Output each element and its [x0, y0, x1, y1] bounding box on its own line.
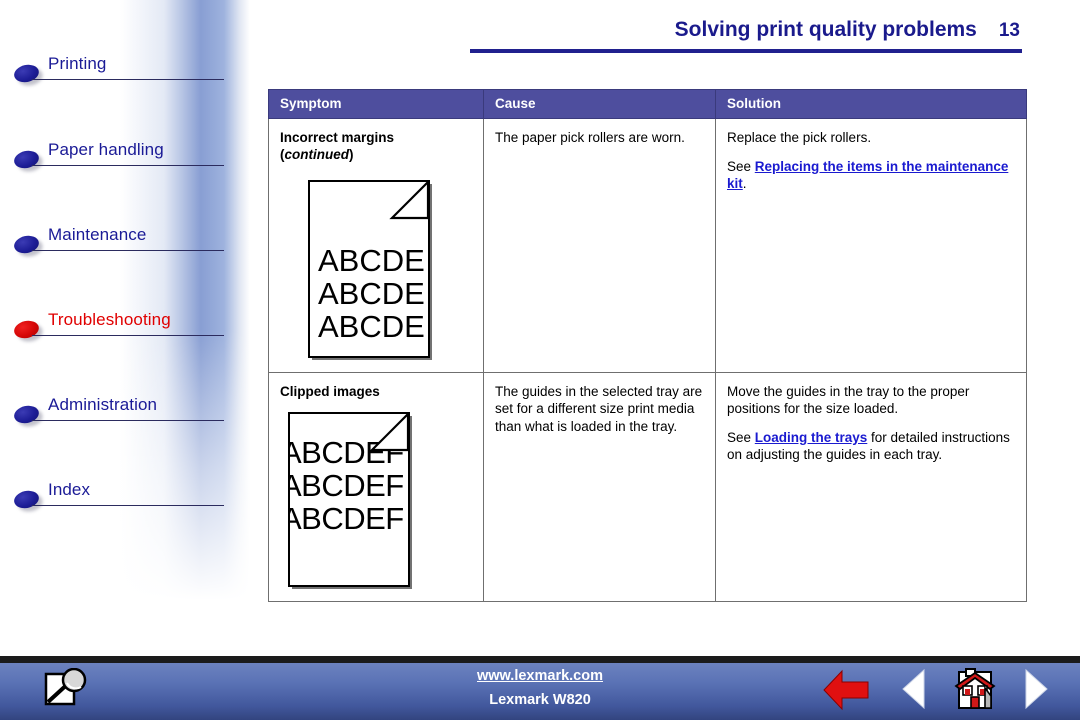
cell-symptom: Clipped images ABCDEF ABCDEF ABCDEF — [268, 371, 484, 602]
footer-top-rule — [0, 656, 1080, 663]
troubleshooting-table: Symptom Cause Solution Incorrect margins… — [268, 89, 1027, 602]
page-fold-icon — [393, 181, 428, 217]
paper-sheet-icon: ABCDEF ABCDEF ABCDEF — [288, 411, 410, 587]
sample-text-line-1: ABCDE — [318, 242, 425, 278]
back-button[interactable] — [822, 667, 874, 711]
page-title: Solving print quality problems — [674, 18, 977, 41]
page-number: 13 — [998, 20, 1020, 41]
page-fold-icon — [373, 413, 408, 449]
previous-page-button[interactable] — [898, 667, 932, 711]
divider — [32, 79, 224, 80]
bullet-ellipse-icon — [12, 403, 41, 426]
sidebar-item-index[interactable]: Index — [12, 480, 224, 514]
cell-symptom: Incorrect margins (continued) ABCDE ABCD… — [268, 118, 484, 373]
bullet-ellipse-icon — [12, 62, 41, 85]
cause-text: The paper pick rollers are worn. — [495, 130, 685, 145]
solution-see-suffix: . — [742, 176, 747, 192]
paper-sheet-icon: ABCDE ABCDE ABCDE — [308, 179, 430, 358]
sample-text-line-3: ABCDEF — [288, 500, 404, 536]
document-page: Printing Paper handling Maintenance Trou… — [0, 0, 1080, 720]
divider — [32, 250, 224, 251]
column-header-solution: Solution — [715, 89, 1027, 119]
sidebar-navigation: Printing Paper handling Maintenance Trou… — [0, 0, 250, 650]
bullet-ellipse-icon — [12, 488, 41, 511]
solution-link[interactable]: Replacing the items in the maintenance k… — [727, 159, 1008, 192]
cell-solution: Replace the pick rollers. See Replacing … — [715, 118, 1027, 373]
triangle-left-icon — [902, 668, 925, 710]
solution-reference: See Replacing the items in the maintenan… — [727, 158, 1014, 193]
home-button[interactable] — [952, 666, 998, 712]
magnifier-page-icon — [44, 667, 87, 706]
sample-print-graphic: ABCDEF ABCDEF ABCDEF — [280, 411, 471, 587]
cell-cause: The paper pick rollers are worn. — [483, 118, 716, 373]
bullet-ellipse-icon — [12, 148, 41, 171]
sidebar-item-label: Maintenance — [48, 225, 147, 244]
solution-see-prefix: See — [727, 429, 755, 445]
sidebar-item-printing[interactable]: Printing — [12, 54, 224, 88]
symptom-title: Incorrect margins (continued) — [280, 130, 395, 163]
symptom-title: Clipped images — [280, 383, 471, 400]
sidebar-item-paper-handling[interactable]: Paper handling — [12, 140, 224, 174]
header-divider — [470, 49, 1022, 53]
sidebar-item-administration[interactable]: Administration — [12, 395, 224, 429]
solution-link[interactable]: Loading the trays — [755, 430, 868, 445]
table-body: Incorrect margins (continued) ABCDE ABCD… — [268, 118, 1027, 602]
table-row: Clipped images ABCDEF ABCDEF ABCDEF The … — [268, 371, 1027, 602]
left-arrow-red-icon — [823, 669, 869, 711]
divider — [32, 505, 224, 506]
bullet-ellipse-icon — [12, 233, 41, 256]
page-header: Solving print quality problems 13 — [470, 18, 1022, 53]
search-button[interactable] — [40, 667, 92, 710]
column-header-cause: Cause — [483, 89, 716, 119]
sidebar-item-label: Printing — [48, 54, 107, 73]
footer-toolbar: www.lexmark.com Lexmark W820 — [0, 656, 1080, 720]
next-page-button[interactable] — [1018, 667, 1052, 711]
sidebar-item-label: Administration — [48, 395, 158, 414]
cause-text: The guides in the selected tray are set … — [495, 383, 703, 434]
table-row: Incorrect margins (continued) ABCDE ABCD… — [268, 118, 1027, 373]
bullet-ellipse-icon — [12, 318, 41, 341]
divider — [32, 420, 224, 421]
table-header: Symptom Cause Solution — [268, 89, 1027, 119]
sample-print-graphic: ABCDE ABCDE ABCDE — [280, 179, 471, 358]
solution-text: Replace the pick rollers. — [727, 130, 872, 145]
sample-text-line-2: ABCDEF — [288, 467, 404, 503]
symptom-title-text: Clipped images — [280, 383, 380, 399]
solution-text: Move the guides in the tray to the prope… — [727, 383, 970, 417]
solution-see-prefix: See — [727, 158, 755, 174]
sidebar-item-troubleshooting[interactable]: Troubleshooting — [12, 310, 224, 344]
symptom-title-text: Incorrect margins — [280, 130, 395, 145]
house-icon — [954, 668, 996, 709]
sidebar-item-label: Index — [48, 480, 91, 499]
sidebar-item-label: Troubleshooting — [48, 310, 171, 329]
sample-text-line-2: ABCDE — [318, 275, 425, 311]
sidebar-item-label: Paper handling — [48, 140, 164, 159]
cell-solution: Move the guides in the tray to the prope… — [715, 371, 1027, 602]
sidebar-item-maintenance[interactable]: Maintenance — [12, 225, 224, 259]
column-header-symptom: Symptom — [268, 89, 484, 119]
divider — [32, 335, 224, 336]
symptom-title-note: continued — [284, 147, 350, 163]
table-header-row: Symptom Cause Solution — [268, 89, 1027, 119]
sample-text-line-3: ABCDE — [318, 308, 425, 344]
triangle-right-icon — [1025, 668, 1048, 710]
cell-cause: The guides in the selected tray are set … — [483, 371, 716, 602]
divider — [32, 165, 224, 166]
solution-reference: See Loading the trays for detailed instr… — [727, 429, 1014, 464]
